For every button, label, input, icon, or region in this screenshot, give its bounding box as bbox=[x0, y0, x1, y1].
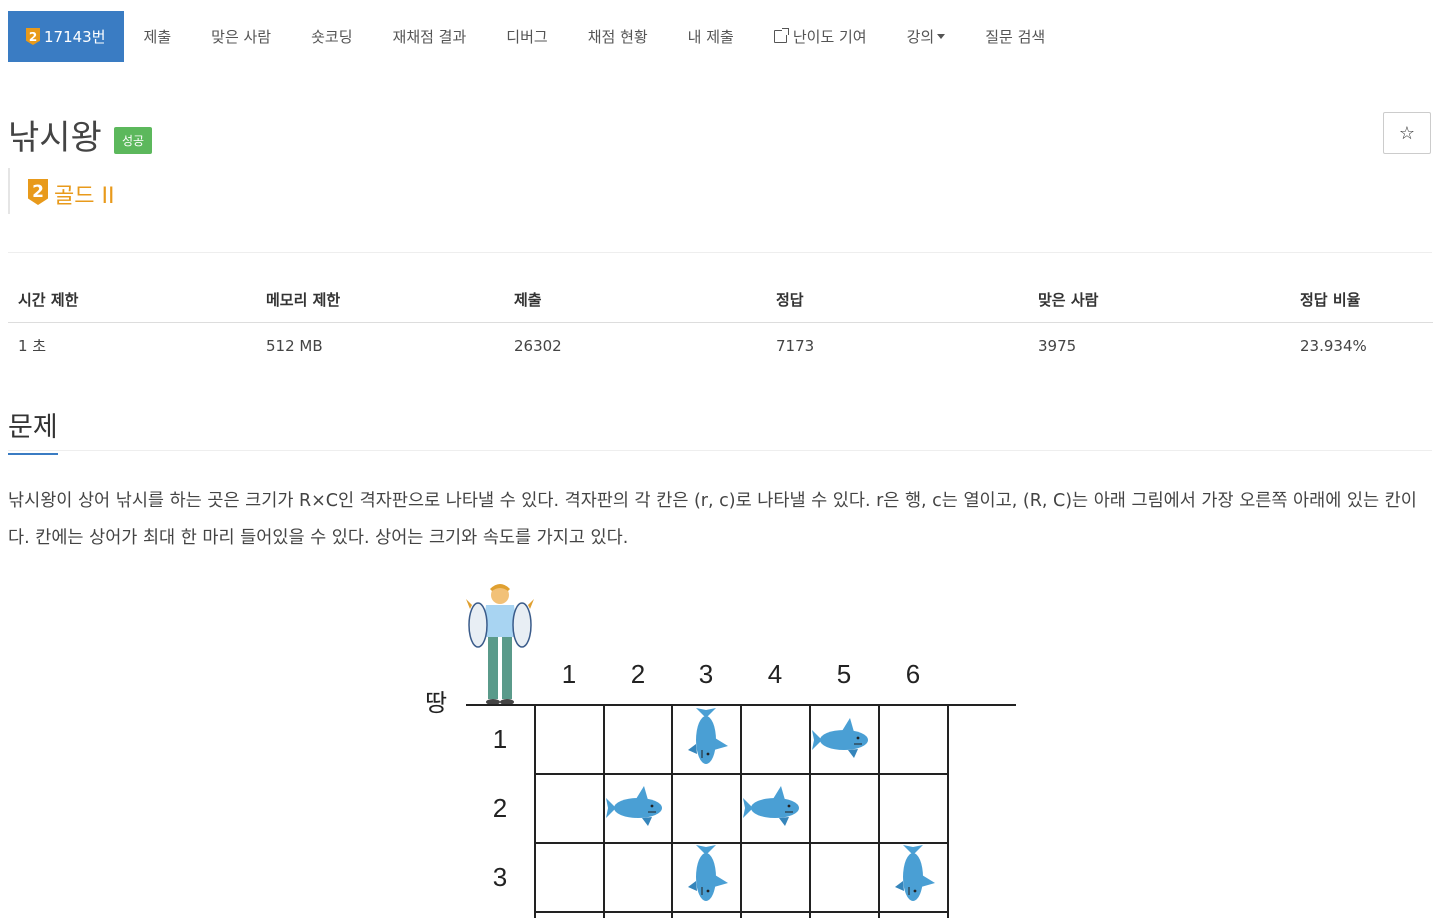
value-accepted: 7173 bbox=[776, 336, 815, 355]
tier-icon: 2 bbox=[28, 179, 48, 205]
col-label: 4 bbox=[768, 659, 782, 689]
nav-rejudge-results[interactable]: 재채점 결과 bbox=[373, 11, 487, 62]
nav-status[interactable]: 채점 현황 bbox=[568, 11, 668, 62]
shark-icon bbox=[687, 707, 729, 765]
col-label: 6 bbox=[906, 659, 920, 689]
divider bbox=[8, 252, 1432, 253]
problem-description: 낚시왕이 상어 낚시를 하는 곳은 크기가 R×C인 격자판으로 나타낼 수 있… bbox=[8, 491, 1417, 548]
row-label: 3 bbox=[493, 862, 507, 892]
header-accept-ratio: 정답 비율 bbox=[1290, 280, 1433, 323]
tier-label[interactable]: 골드 II bbox=[54, 178, 114, 210]
fishing-grid bbox=[534, 705, 949, 918]
header-time-limit: 시간 제한 bbox=[8, 280, 256, 323]
nav-accepted-users[interactable]: 맞은 사람 bbox=[191, 11, 291, 62]
value-accepted-users: 3975 bbox=[1038, 336, 1077, 355]
value-submissions: 26302 bbox=[514, 336, 562, 355]
shark-icon bbox=[687, 844, 729, 902]
col-label: 2 bbox=[631, 659, 645, 689]
tier-icon: 2 bbox=[26, 28, 40, 45]
shark-icon bbox=[742, 785, 800, 827]
problem-number-label: 17143번 bbox=[44, 28, 106, 46]
value-accept-ratio: 23.934% bbox=[1300, 336, 1367, 355]
nav-difficulty-contribution[interactable]: 난이도 기여 bbox=[754, 11, 887, 62]
nav-difficulty-label: 난이도 기여 bbox=[792, 28, 867, 46]
col-label: 1 bbox=[562, 659, 576, 689]
tier-block: 2 골드 II bbox=[8, 168, 114, 214]
header-accepted-users: 맞은 사람 bbox=[1028, 280, 1290, 323]
problem-number-tab[interactable]: 2 17143번 bbox=[8, 11, 124, 62]
section-title: 문제 bbox=[8, 405, 58, 455]
header-submissions: 제출 bbox=[504, 280, 766, 323]
header-accepted: 정답 bbox=[766, 280, 1028, 323]
col-label: 3 bbox=[699, 659, 713, 689]
nav-my-submissions[interactable]: 내 제출 bbox=[668, 11, 754, 62]
nav-question-search[interactable]: 질문 검색 bbox=[965, 11, 1065, 62]
star-button[interactable]: ☆ bbox=[1383, 112, 1431, 154]
shark-icon bbox=[894, 844, 936, 902]
problem-menu: 2 17143번 제출 맞은 사람 숏코딩 재채점 결과 디버그 채점 현황 내… bbox=[8, 11, 1065, 62]
nav-debug[interactable]: 디버그 bbox=[486, 11, 567, 62]
nav-lectures-dropdown[interactable]: 강의 bbox=[887, 11, 966, 62]
grid-illustration: 1 2 3 4 5 6 땅 1 2 3 bbox=[425, 584, 1016, 918]
shark-icon bbox=[811, 717, 869, 759]
external-link-icon bbox=[773, 28, 789, 43]
problem-figure: 1 2 3 4 5 6 땅 1 2 3 bbox=[400, 575, 1040, 918]
caret-down-icon bbox=[937, 34, 946, 39]
problem-title: 낚시왕 bbox=[8, 118, 102, 158]
nav-short-coding[interactable]: 숏코딩 bbox=[291, 11, 372, 62]
status-badge: 성공 bbox=[114, 127, 153, 154]
header-memory-limit: 메모리 제한 bbox=[256, 280, 504, 323]
col-label: 5 bbox=[837, 659, 851, 689]
value-memory-limit: 512 MB bbox=[266, 336, 323, 355]
problem-info-table: 시간 제한 메모리 제한 제출 정답 맞은 사람 정답 비율 1 초 512 M… bbox=[8, 280, 1433, 368]
nav-lectures-label: 강의 bbox=[906, 28, 935, 46]
table-header-row: 시간 제한 메모리 제한 제출 정답 맞은 사람 정답 비율 bbox=[8, 280, 1433, 323]
shark-icon bbox=[605, 785, 663, 827]
nav-submit[interactable]: 제출 bbox=[124, 11, 192, 62]
value-time-limit: 1 초 bbox=[18, 337, 47, 355]
row-label: 1 bbox=[493, 724, 507, 754]
ground-label: 땅 bbox=[425, 689, 447, 717]
fisherman-illustration bbox=[466, 584, 534, 705]
star-icon: ☆ bbox=[1398, 122, 1416, 144]
section-divider bbox=[8, 450, 1432, 451]
table-row: 1 초 512 MB 26302 7173 3975 23.934% bbox=[8, 323, 1433, 369]
row-label: 2 bbox=[493, 793, 507, 823]
